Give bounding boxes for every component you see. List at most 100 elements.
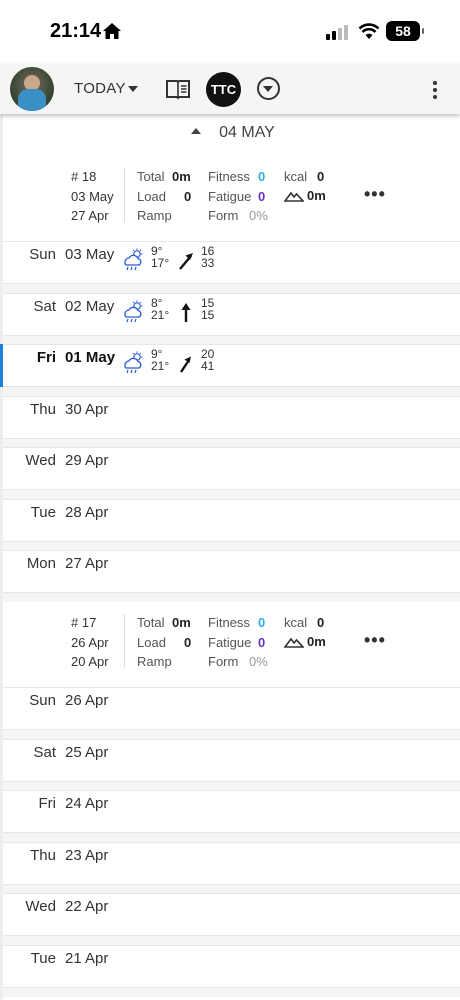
day-row[interactable]: Thu 30 Apr <box>3 396 460 439</box>
fatigue-value: 0 <box>258 634 266 650</box>
day-name: Tue <box>30 504 56 521</box>
day-date: 21 Apr <box>65 950 109 967</box>
form-value: 0% <box>249 208 268 223</box>
day-row[interactable]: Fri 24 Apr <box>3 790 460 833</box>
fatigue-label: Fatigue <box>208 188 252 204</box>
day-row[interactable]: Sun 03 May 9° 17° 16 33 <box>3 241 460 284</box>
calendar-list[interactable]: 04 MAY # 18 03 May 27 Apr Total Load Ram… <box>0 114 460 1000</box>
row-gap <box>3 490 460 499</box>
more-vertical-icon[interactable] <box>428 79 442 101</box>
day-date: 03 May <box>65 246 115 263</box>
day-row[interactable]: Sat 02 May 8° 21° 15 15 <box>3 293 460 336</box>
avatar[interactable] <box>10 67 54 111</box>
load-value: 0 <box>184 634 192 650</box>
ramp-label: Ramp <box>137 654 172 669</box>
day-name: Fri <box>36 349 56 366</box>
day-name: Tue <box>30 950 56 967</box>
week-number: # 17 <box>71 615 97 630</box>
total-label: Total <box>137 169 165 184</box>
row-gap <box>3 730 460 739</box>
day-row[interactable]: Sun 26 Apr <box>3 687 460 730</box>
temperature: 9° 21° <box>151 348 169 372</box>
day-name: Sun <box>29 246 56 263</box>
week-summary[interactable]: # 18 03 May 27 Apr Total Load Ramp 0m 0 … <box>3 162 460 242</box>
more-horizontal-icon[interactable]: ••• <box>364 630 386 651</box>
total-value: 0m <box>172 615 191 630</box>
wind-gust: 15 <box>201 308 215 322</box>
mountain-icon <box>283 191 305 202</box>
day-row[interactable]: Wed 29 Apr <box>3 447 460 490</box>
day-row[interactable]: Wed 22 Apr <box>3 893 460 936</box>
more-horizontal-icon[interactable]: ••• <box>364 184 386 205</box>
kcal-value: 0 <box>317 615 325 630</box>
week-start-date: 27 Apr <box>71 208 109 223</box>
day-date: 24 Apr <box>65 795 109 812</box>
team-logo[interactable]: TTC <box>206 72 241 107</box>
day-name: Sat <box>33 744 56 761</box>
day-row-selected[interactable]: Fri 01 May 9° 21° 20 41 <box>0 344 460 387</box>
day-row[interactable]: Sat 25 Apr <box>3 739 460 782</box>
caret-up-icon[interactable] <box>191 128 202 134</box>
day-name: Wed <box>25 898 56 915</box>
fatigue-label: Fatigue <box>208 634 252 650</box>
day-row[interactable]: Thu 23 Apr <box>3 842 460 885</box>
kcal-value: 0 <box>317 169 325 184</box>
day-name: Mon <box>26 555 56 572</box>
kcal-label: kcal <box>284 169 308 184</box>
day-row[interactable]: Mon 27 Apr <box>3 550 460 593</box>
caret-down-icon[interactable] <box>128 86 138 92</box>
day-date: 28 Apr <box>65 504 109 521</box>
status-bar: 21:14 58 <box>0 0 460 64</box>
wind-gust: 33 <box>201 256 215 270</box>
fatigue-value: 0 <box>258 188 266 204</box>
cellular-signal-icon <box>326 25 348 40</box>
battery-indicator: 58 <box>386 21 424 41</box>
today-dropdown[interactable]: TODAY <box>74 80 126 97</box>
divider <box>124 614 125 668</box>
temp-low: 21° <box>151 308 170 322</box>
home-icon <box>103 23 121 39</box>
temperature: 8° 21° <box>151 297 169 321</box>
day-name: Thu <box>30 401 56 418</box>
day-name: Fri <box>38 795 57 812</box>
form-label: Form <box>208 654 239 669</box>
elevation-value: 0m <box>307 188 326 203</box>
chevron-circle-down-icon[interactable] <box>257 77 280 100</box>
wind-direction-arrow-icon <box>181 303 191 322</box>
total-value: 0m <box>172 169 191 184</box>
week-number: # 18 <box>71 169 97 184</box>
day-date: 29 Apr <box>65 452 109 469</box>
row-gap <box>3 988 460 997</box>
day-date: 22 Apr <box>65 898 109 915</box>
day-name: Sun <box>29 692 56 709</box>
fitness-label: Fitness <box>208 169 250 184</box>
temperature: 9° 17° <box>151 245 169 269</box>
load-label: Load <box>137 188 166 204</box>
wind-speed: 20 41 <box>201 348 214 372</box>
status-time: 21:14 <box>50 20 102 42</box>
mountain-icon <box>283 637 305 648</box>
wind-direction-arrow-icon <box>180 356 191 373</box>
cloud-sun-rain-icon <box>124 351 143 374</box>
load-value: 0 <box>184 188 192 204</box>
temp-low: 17° <box>151 256 170 270</box>
row-gap <box>3 593 460 602</box>
month-header[interactable]: 04 MAY <box>3 124 460 144</box>
total-label: Total <box>137 615 165 630</box>
row-gap <box>3 833 460 842</box>
row-gap <box>3 387 460 396</box>
day-name: Wed <box>25 452 56 469</box>
wind-direction-arrow-icon <box>179 253 193 270</box>
fitness-value: 0 <box>258 169 266 184</box>
day-name: Thu <box>30 847 56 864</box>
wind-speed: 16 33 <box>201 245 214 269</box>
wind-speed: 15 15 <box>201 297 214 321</box>
day-name: Sat <box>33 298 56 315</box>
week-summary[interactable]: # 17 26 Apr 20 Apr Total Load Ramp 0m 0 … <box>3 608 460 688</box>
week-end-date: 03 May <box>71 188 114 204</box>
day-row[interactable]: Tue 21 Apr <box>3 945 460 988</box>
temp-low: 21° <box>151 359 170 373</box>
kcal-label: kcal <box>284 615 308 630</box>
book-icon[interactable] <box>165 78 191 100</box>
day-row[interactable]: Tue 28 Apr <box>3 499 460 542</box>
